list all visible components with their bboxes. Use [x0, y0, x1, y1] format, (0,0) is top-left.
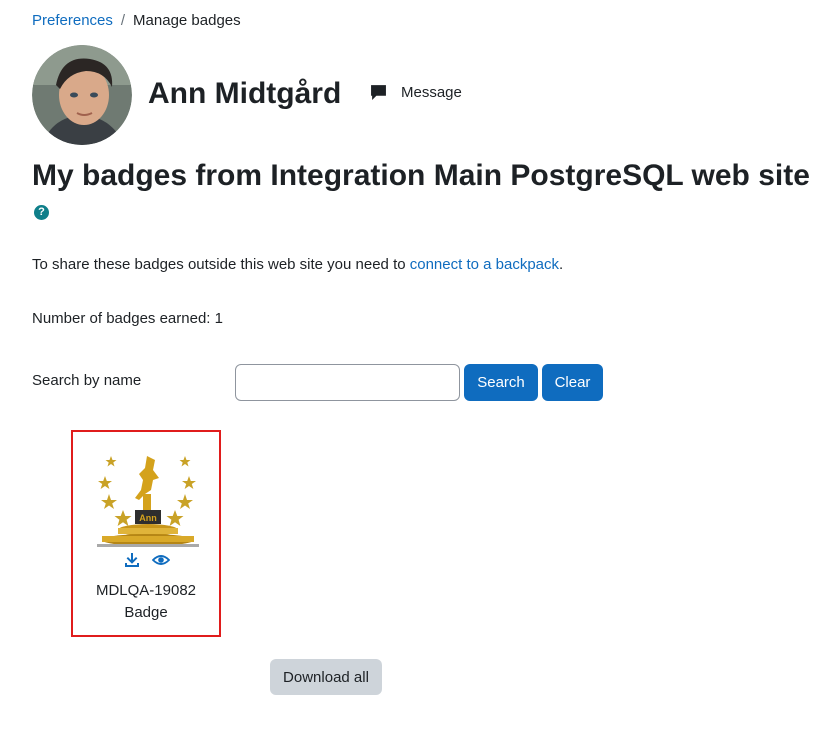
eye-icon[interactable] — [151, 552, 171, 568]
manage-badges-page: Preferences / Manage badges Ann Midtgård — [0, 0, 824, 730]
download-icon[interactable] — [124, 552, 140, 568]
message-icon — [371, 85, 386, 100]
badge-actions — [73, 552, 219, 568]
message-button[interactable]: Message — [370, 84, 462, 101]
breadcrumb-separator: / — [120, 12, 126, 29]
user-photo-icon — [32, 45, 132, 145]
clear-button[interactable]: Clear — [542, 364, 603, 401]
badge-name-line-2: Badge — [124, 604, 168, 621]
download-all-button[interactable]: Download all — [270, 659, 382, 695]
breadcrumb: Preferences / Manage badges — [32, 12, 241, 30]
badge-name-link[interactable]: MDLQA-19082 Badge — [73, 580, 219, 624]
badge-name-line-1: MDLQA-19082 — [95, 582, 197, 599]
message-label: Message — [401, 84, 462, 101]
user-name: Ann Midtgård — [148, 77, 342, 110]
search-input[interactable] — [235, 364, 460, 401]
page-title: My badges from Integration Main PostgreS… — [32, 159, 810, 192]
backpack-share-text: To share these badges outside this web s… — [32, 256, 563, 274]
search-button[interactable]: Search — [464, 364, 538, 401]
badges-earned-count: Number of badges earned: 1 — [32, 310, 223, 327]
help-icon[interactable]: ? — [34, 205, 49, 220]
search-label: Search by name — [32, 372, 142, 389]
share-text-suffix: . — [559, 256, 564, 273]
badge-card: Ann MDLQA-19082 Badge — [71, 430, 221, 637]
avatar[interactable] — [32, 45, 132, 145]
badge-image[interactable]: Ann — [97, 454, 199, 550]
connect-backpack-link[interactable]: connect to a backpack — [410, 256, 559, 273]
breadcrumb-preferences-link[interactable]: Preferences — [32, 12, 113, 30]
breadcrumb-current: Manage badges — [133, 12, 241, 29]
badge-image-label: Ann — [139, 513, 157, 523]
share-text-prefix: To share these badges outside this web s… — [32, 256, 410, 273]
